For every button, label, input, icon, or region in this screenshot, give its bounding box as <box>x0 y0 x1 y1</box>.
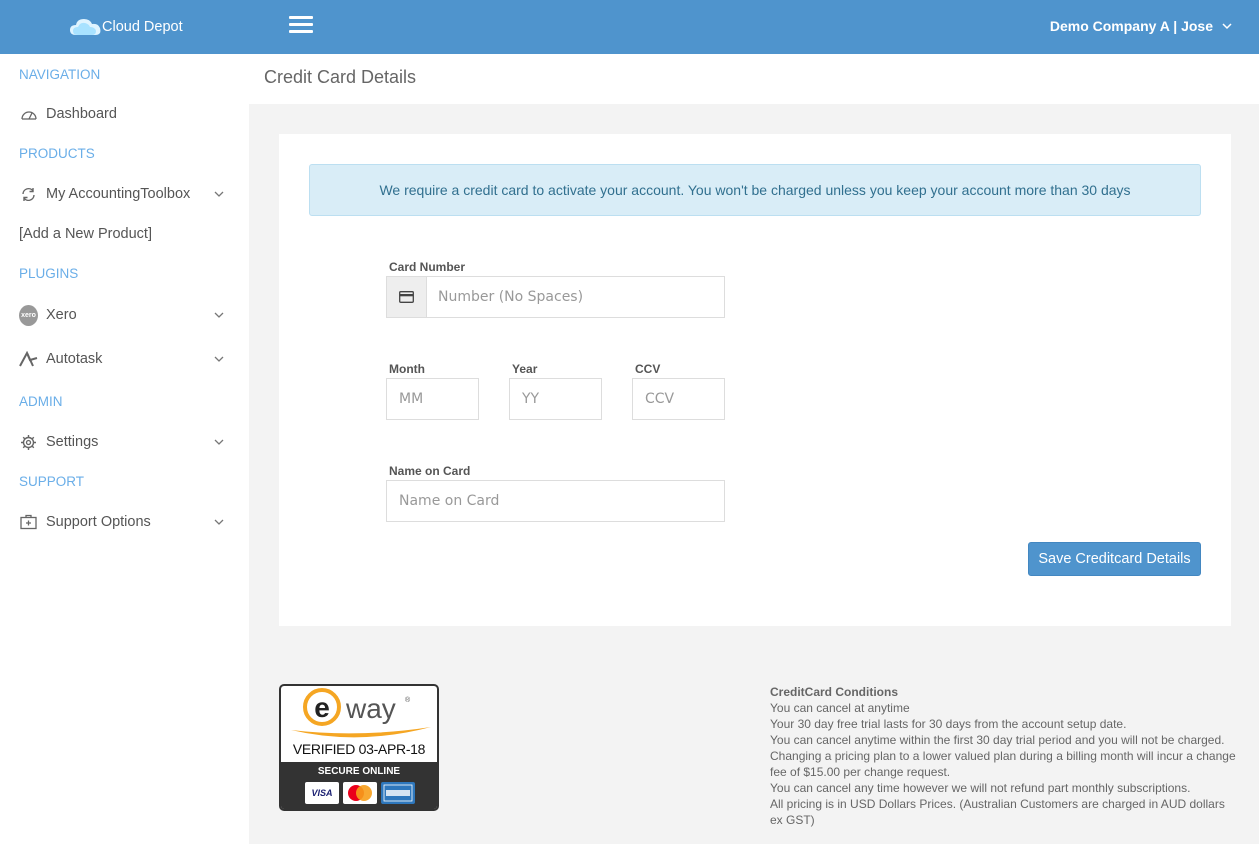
page-title: Credit Card Details <box>264 67 417 87</box>
year-label: Year <box>512 362 538 376</box>
info-alert-text: We require a credit card to activate you… <box>379 182 1131 198</box>
card-number-label: Card Number <box>389 260 466 274</box>
month-label: Month <box>389 362 425 376</box>
conditions-line: You can cancel at anytime <box>770 701 910 715</box>
svg-text:e: e <box>314 692 330 723</box>
eway-verified-text: VERIFIED 03-APR-18 <box>292 741 426 757</box>
credit-card-icon <box>387 277 427 317</box>
sidebar-item-label: Dashboard <box>46 106 117 122</box>
chevron-down-icon <box>214 519 224 525</box>
info-alert: We require a credit card to activate you… <box>309 164 1201 216</box>
svg-text:way: way <box>345 693 396 724</box>
conditions-line: Your 30 day free trial lasts for 30 days… <box>770 717 1127 731</box>
name-on-card-input[interactable] <box>387 481 724 521</box>
save-creditcard-button[interactable]: Save Creditcard Details <box>1028 542 1201 576</box>
page-header: Credit Card Details <box>249 54 1259 104</box>
conditions-line: Changing a pricing plan to a lower value… <box>770 749 1236 779</box>
eway-secure-text: SECURE ONLINE <box>317 766 401 777</box>
autotask-logo-icon <box>19 350 38 369</box>
sidebar-item-label: My AccountingToolbox <box>46 186 191 202</box>
conditions-line: All pricing is in USD Dollars Prices. (A… <box>770 797 1225 827</box>
sidebar-item-label: Xero <box>46 307 77 323</box>
section-admin: ADMIN <box>19 394 63 409</box>
card-number-group <box>386 276 725 318</box>
month-field <box>386 378 479 420</box>
mastercard-logo-icon <box>343 782 377 804</box>
sidebar-item-dashboard[interactable]: Dashboard <box>19 102 229 126</box>
sidebar-item-label: Settings <box>46 434 99 450</box>
creditcard-conditions: CreditCard Conditions You can cancel at … <box>770 684 1240 828</box>
section-navigation: NAVIGATION <box>19 67 101 82</box>
card-number-input[interactable] <box>387 277 724 317</box>
eway-verified-badge[interactable]: e way ® VERIFIED 03-APR-18 SECURE ONLINE… <box>279 684 439 811</box>
credit-card-form-panel: We require a credit card to activate you… <box>279 134 1231 626</box>
chevron-down-icon <box>214 356 224 362</box>
name-on-card-label: Name on Card <box>389 464 471 478</box>
eway-secure-strip: SECURE ONLINE VISA <box>281 762 437 809</box>
amex-logo-icon <box>381 782 415 804</box>
ccv-field <box>632 378 725 420</box>
chevron-down-icon <box>214 191 224 197</box>
top-bar: Cloud Depot Demo Company A | Jose <box>0 0 1259 54</box>
sidebar-item-accounting-toolbox[interactable]: My AccountingToolbox <box>19 182 229 206</box>
menu-toggle-icon[interactable] <box>289 16 313 36</box>
brand[interactable]: Cloud Depot <box>68 14 183 40</box>
gear-icon <box>19 433 38 452</box>
svg-text:®: ® <box>405 696 411 704</box>
first-aid-icon <box>19 513 38 532</box>
xero-logo-icon: xero <box>19 304 38 326</box>
ccv-label: CCV <box>635 362 661 376</box>
conditions-line: You can cancel anytime within the first … <box>770 733 1225 747</box>
section-plugins: PLUGINS <box>19 266 79 281</box>
sync-icon <box>19 185 38 204</box>
sidebar-item-label: Support Options <box>46 514 151 530</box>
month-input[interactable] <box>387 379 478 419</box>
sidebar-item-support-options[interactable]: Support Options <box>19 510 229 534</box>
cloud-logo-icon <box>70 19 101 35</box>
year-input[interactable] <box>510 379 601 419</box>
section-support: SUPPORT <box>19 474 85 489</box>
gauge-icon <box>19 105 38 124</box>
chevron-down-icon <box>214 312 224 318</box>
main-content: We require a credit card to activate you… <box>249 104 1259 844</box>
user-menu-label: Demo Company A | Jose <box>1049 18 1213 34</box>
conditions-title: CreditCard Conditions <box>770 685 898 699</box>
add-new-product-link[interactable]: [Add a New Product] <box>19 226 152 242</box>
conditions-line: You can cancel any time however we will … <box>770 781 1191 795</box>
sidebar-item-autotask[interactable]: Autotask <box>19 347 229 371</box>
sidebar-item-settings[interactable]: Settings <box>19 430 229 454</box>
ccv-input[interactable] <box>633 379 724 419</box>
chevron-down-icon <box>214 439 224 445</box>
year-field <box>509 378 602 420</box>
chevron-down-icon <box>1222 23 1232 30</box>
sidebar-item-label: Autotask <box>46 351 103 367</box>
brand-name: Cloud Depot <box>102 19 183 35</box>
visa-logo-icon: VISA <box>305 782 339 804</box>
section-products: PRODUCTS <box>19 146 95 161</box>
name-on-card-field <box>386 480 725 522</box>
user-menu[interactable]: Demo Company A | Jose <box>1050 18 1233 34</box>
sidebar-item-xero[interactable]: xero Xero <box>19 303 229 327</box>
sidebar: NAVIGATION Dashboard PRODUCTS My Account… <box>0 54 249 844</box>
